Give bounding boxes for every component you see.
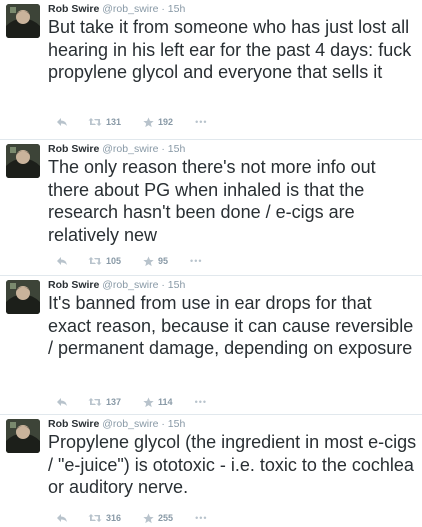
favorite-button[interactable]: 192 [143,116,174,128]
retweet-count: 131 [106,117,122,127]
more-icon: ••• [190,256,203,266]
avatar[interactable] [6,4,40,38]
retweet-count: 105 [106,256,122,266]
tweet-text: Propylene glycol (the ingredient in most… [48,432,417,497]
favorite-count: 95 [158,256,169,266]
reply-icon [57,257,67,265]
favorite-count: 255 [158,513,174,523]
timestamp[interactable]: 15h [168,143,186,155]
separator: · [161,279,165,291]
more-icon: ••• [194,397,208,407]
tweet-header: Rob Swire @rob_swire · 15h [48,2,185,16]
reply-icon [57,118,67,126]
more-button[interactable]: ••• [195,513,207,523]
author-handle[interactable]: @rob_swire [102,3,158,15]
tweet[interactable]: Rob Swire @rob_swire · 15h Propylene gly… [0,415,422,527]
retweet-icon [88,257,102,265]
separator: · [161,418,165,430]
reply-button[interactable] [56,256,68,266]
tweet-text: It's banned from use in ear drops for th… [48,293,414,358]
tweet-actions: 131 192 ••• [56,115,208,129]
avatar[interactable] [6,144,40,178]
retweet-icon [88,118,102,126]
timestamp[interactable]: 15h [168,418,186,430]
retweet-icon [88,398,102,406]
author-name[interactable]: Rob Swire [48,3,99,15]
star-icon [143,396,154,407]
more-icon: ••• [195,117,208,127]
star-icon [143,512,154,523]
reply-button[interactable] [56,397,68,407]
tweet[interactable]: Rob Swire @rob_swire · 15h But take it f… [0,0,422,140]
tweet-actions: 137 114 ••• [56,395,207,409]
favorite-button[interactable]: 114 [143,396,173,408]
author-name[interactable]: Rob Swire [48,279,99,291]
tweet-header: Rob Swire @rob_swire · 15h [48,417,185,431]
author-name[interactable]: Rob Swire [48,143,99,155]
tweet-actions: 105 95 ••• [56,254,203,268]
author-name[interactable]: Rob Swire [48,418,99,430]
retweet-count: 137 [106,397,122,407]
star-icon [143,116,154,127]
separator: · [161,3,165,15]
retweet-button[interactable]: 105 [88,256,121,266]
avatar[interactable] [6,419,40,453]
author-handle[interactable]: @rob_swire [102,418,158,430]
favorite-button[interactable]: 255 [143,512,174,524]
retweet-button[interactable]: 316 [88,513,121,523]
favorite-button[interactable]: 95 [143,255,169,267]
retweet-button[interactable]: 137 [88,397,121,407]
favorite-count: 192 [158,117,174,127]
timestamp[interactable]: 15h [168,279,186,291]
reply-icon [57,398,67,406]
more-icon: ••• [195,513,208,523]
reply-button[interactable] [56,513,68,523]
retweet-button[interactable]: 131 [88,117,121,127]
tweet-actions: 316 255 ••• [56,511,208,525]
tweet[interactable]: Rob Swire @rob_swire · 15h It's banned f… [0,276,422,415]
reply-icon [57,514,67,522]
more-button[interactable]: ••• [195,397,207,407]
favorite-count: 114 [158,397,173,407]
author-handle[interactable]: @rob_swire [102,143,158,155]
more-button[interactable]: ••• [195,117,207,127]
retweet-icon [88,514,102,522]
timestamp[interactable]: 15h [168,3,186,15]
star-icon [143,255,154,266]
separator: · [161,143,165,155]
tweet-text: But take it from someone who has just lo… [48,17,412,82]
tweet-header: Rob Swire @rob_swire · 15h [48,142,185,156]
reply-button[interactable] [56,117,68,127]
tweet-text: The only reason there's not more info ou… [48,157,376,245]
tweet-header: Rob Swire @rob_swire · 15h [48,278,185,292]
more-button[interactable]: ••• [190,256,202,266]
avatar[interactable] [6,280,40,314]
author-handle[interactable]: @rob_swire [102,279,158,291]
retweet-count: 316 [106,513,122,523]
tweet[interactable]: Rob Swire @rob_swire · 15h The only reas… [0,140,422,276]
